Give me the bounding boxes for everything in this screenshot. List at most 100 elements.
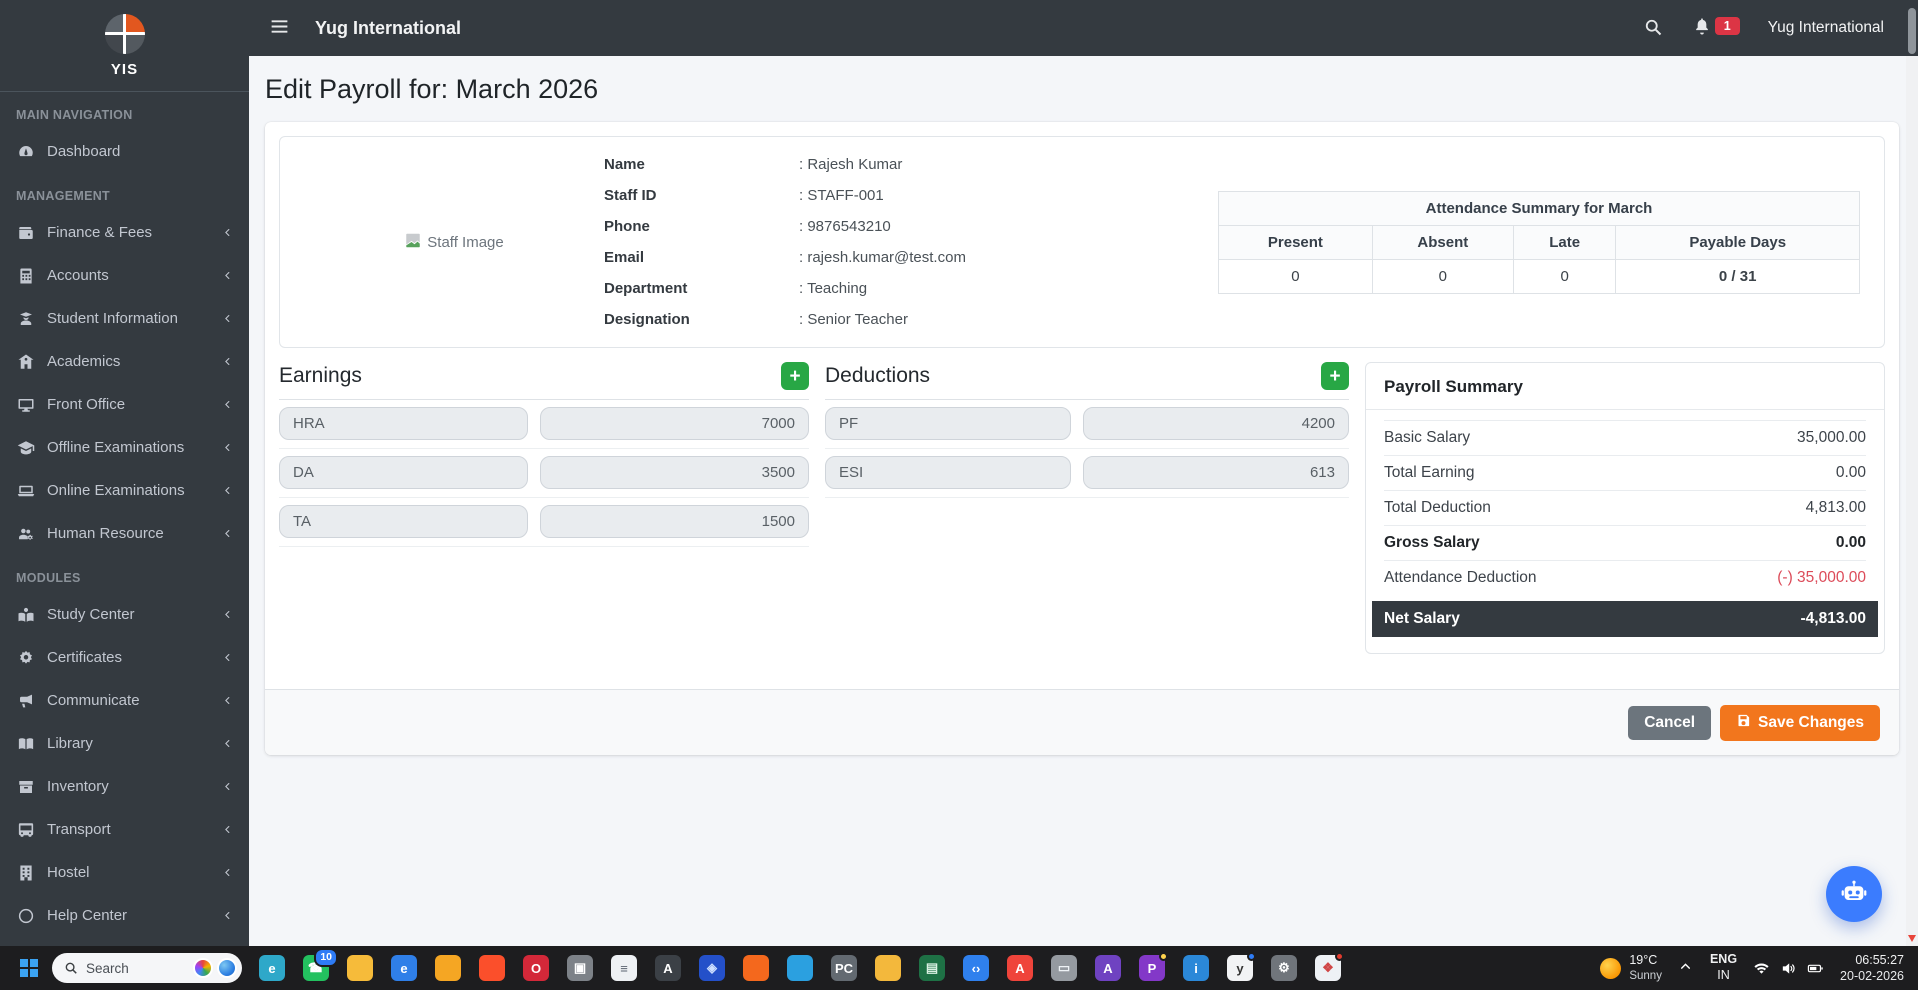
taskbar-app-icon[interactable]: [435, 955, 461, 981]
app-status-dot: [1159, 952, 1168, 961]
taskbar-app-icon[interactable]: i: [1183, 955, 1209, 981]
payroll-summary-card: Payroll Summary Basic Salary 35,000.00: [1365, 362, 1885, 654]
sidebar-toggle-button[interactable]: [267, 16, 291, 40]
sidebar-item-icon: [16, 267, 36, 285]
sidebar-section-label: MODULES: [0, 555, 249, 593]
taskbar-app-icon[interactable]: PC: [831, 955, 857, 981]
summary-row-value: 4,813.00: [1806, 499, 1866, 517]
deduction-name-input[interactable]: [825, 456, 1071, 489]
brand-logo-link[interactable]: YIS: [0, 0, 249, 92]
sidebar-item[interactable]: Front Office: [0, 383, 249, 426]
navbar-brand[interactable]: Yug International: [315, 18, 461, 39]
language-switcher[interactable]: ENG IN: [1710, 952, 1737, 983]
chevron-left-icon: [221, 780, 234, 793]
earning-name-input[interactable]: [279, 456, 528, 489]
deductions-title: Deductions: [825, 364, 930, 388]
navbar-right: 1 Yug International: [1642, 16, 1898, 41]
staff-detail-label: Name: [604, 156, 799, 173]
sidebar-item[interactable]: Library: [0, 722, 249, 765]
sidebar-item[interactable]: Certificates: [0, 636, 249, 679]
taskbar-app-icon[interactable]: ☎ 10: [303, 955, 329, 981]
net-salary-label: Net Salary: [1384, 610, 1460, 628]
sidebar-item[interactable]: Student Information: [0, 297, 249, 340]
sidebar-item[interactable]: Communicate: [0, 679, 249, 722]
taskbar-app-icon[interactable]: ❖: [1315, 955, 1341, 981]
taskbar-app-icon[interactable]: A: [1007, 955, 1033, 981]
earning-row: [279, 498, 809, 547]
user-menu[interactable]: Yug International: [1768, 19, 1884, 37]
sidebar-item[interactable]: Help Center: [0, 894, 249, 937]
attendance-column-header: Present: [1219, 225, 1373, 259]
sidebar-item[interactable]: Transport: [0, 808, 249, 851]
chatbot-button[interactable]: [1826, 866, 1882, 922]
payroll-edit-card: Staff Image Name : Rajesh Kumar Staff ID: [265, 122, 1899, 755]
earnings-title: Earnings: [279, 364, 362, 388]
notifications-button[interactable]: 1: [1692, 16, 1740, 41]
sidebar-item[interactable]: Hostel: [0, 851, 249, 894]
sidebar-item[interactable]: Inventory: [0, 765, 249, 808]
taskbar-app-icon[interactable]: e: [259, 955, 285, 981]
taskbar-app-icon[interactable]: e: [391, 955, 417, 981]
earning-name-input[interactable]: [279, 505, 528, 538]
system-tray-icons[interactable]: [1753, 960, 1824, 977]
sidebar-item[interactable]: Academics: [0, 340, 249, 383]
add-earning-button[interactable]: +: [781, 362, 809, 390]
taskbar-clock[interactable]: 06:55:27 20-02-2026: [1840, 952, 1904, 985]
page-scrollbar[interactable]: [1906, 0, 1918, 946]
deduction-amount-input[interactable]: [1083, 407, 1349, 440]
weather-widget[interactable]: 19°C Sunny: [1600, 953, 1662, 983]
chevron-left-icon: [221, 866, 234, 879]
earning-amount-input[interactable]: [540, 505, 809, 538]
tray-chevron-up-icon[interactable]: [1678, 960, 1694, 976]
taskbar-app-icon[interactable]: [875, 955, 901, 981]
taskbar-app-icon[interactable]: y: [1227, 955, 1253, 981]
sidebar-item-label: Academics: [47, 353, 120, 370]
earning-name-input[interactable]: [279, 407, 528, 440]
chevron-left-icon: [221, 823, 234, 836]
sidebar-item[interactable]: Study Center: [0, 593, 249, 636]
taskbar-app-icon[interactable]: P: [1139, 955, 1165, 981]
taskbar-app-icon[interactable]: [787, 955, 813, 981]
taskbar-app-icon[interactable]: ⚙: [1271, 955, 1297, 981]
scrollbar-thumb[interactable]: [1908, 8, 1916, 54]
sidebar-item[interactable]: Online Examinations: [0, 469, 249, 512]
search-icon[interactable]: [1642, 17, 1664, 39]
chevron-left-icon: [221, 226, 234, 239]
taskbar-app-icon[interactable]: [743, 955, 769, 981]
app-notification-badge: 10: [314, 948, 338, 967]
sidebar-item[interactable]: Offline Examinations: [0, 426, 249, 469]
taskbar-app-icon[interactable]: [347, 955, 373, 981]
earning-amount-input[interactable]: [540, 456, 809, 489]
sidebar-item-label: Offline Examinations: [47, 439, 184, 456]
taskbar-app-icon[interactable]: O: [523, 955, 549, 981]
deduction-name-input[interactable]: [825, 407, 1071, 440]
taskbar-app-icon[interactable]: ▭: [1051, 955, 1077, 981]
taskbar-app-icon[interactable]: ▣: [567, 955, 593, 981]
add-deduction-button[interactable]: +: [1321, 362, 1349, 390]
taskbar-search[interactable]: Search: [52, 953, 242, 983]
taskbar-app-icon[interactable]: A: [1095, 955, 1121, 981]
earning-amount-input[interactable]: [540, 407, 809, 440]
taskbar-app-icon[interactable]: ≡: [611, 955, 637, 981]
taskbar-app-icon[interactable]: ◈: [699, 955, 725, 981]
taskbar-app-icon[interactable]: ‹›: [963, 955, 989, 981]
language-code: ENG: [1710, 952, 1737, 968]
taskbar-app-icon[interactable]: ▤: [919, 955, 945, 981]
taskbar-app-icon[interactable]: A: [655, 955, 681, 981]
net-salary-row: Net Salary -4,813.00: [1372, 601, 1878, 637]
sidebar-item-label: Dashboard: [47, 143, 120, 160]
deduction-amount-input[interactable]: [1083, 456, 1349, 489]
taskbar-app-icon[interactable]: [479, 955, 505, 981]
sidebar-item[interactable]: Dashboard: [0, 130, 249, 173]
cancel-button[interactable]: Cancel: [1628, 706, 1711, 740]
staff-details: Name : Rajesh Kumar Staff ID : STAFF-001…: [604, 149, 1204, 335]
taskbar-tray: 19°C Sunny ENG IN 06:55:27 20-02-2026: [1600, 952, 1908, 985]
scrollbar-down-arrow[interactable]: [1908, 935, 1916, 942]
save-changes-button[interactable]: Save Changes: [1720, 705, 1880, 741]
sidebar-item[interactable]: Accounts: [0, 254, 249, 297]
summary-row-label: Attendance Deduction: [1384, 569, 1537, 587]
sidebar-item[interactable]: Human Resource: [0, 512, 249, 555]
windows-start-button[interactable]: [12, 951, 46, 985]
sidebar-item[interactable]: Finance & Fees: [0, 211, 249, 254]
summary-row: Total Deduction 4,813.00: [1384, 490, 1866, 525]
